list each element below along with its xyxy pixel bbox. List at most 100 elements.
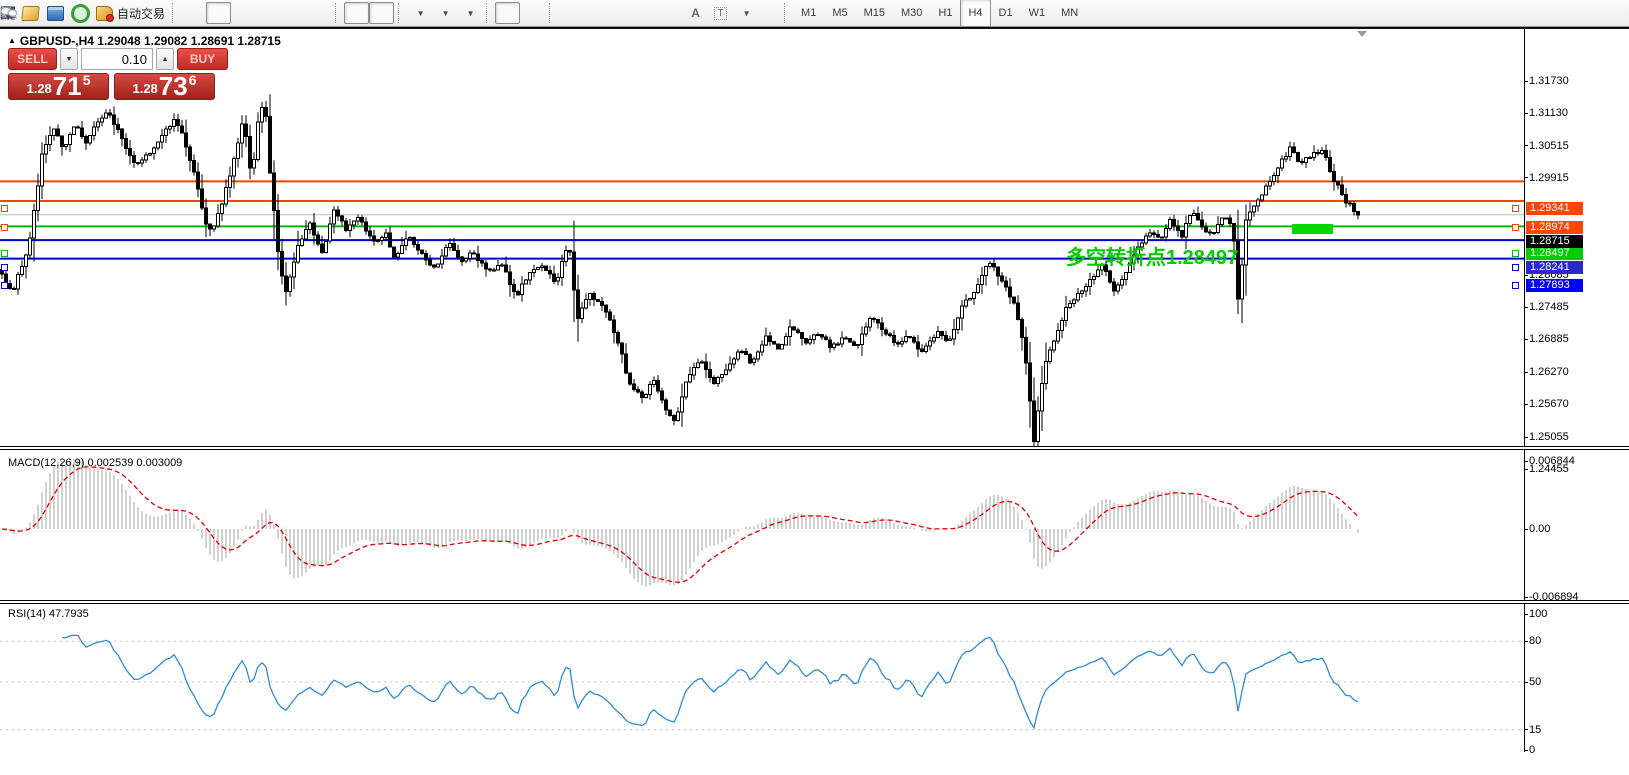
candle xyxy=(969,298,972,300)
line-end-marker[interactable] xyxy=(1,264,8,271)
bars-chart-button[interactable] xyxy=(181,2,206,24)
signals-button[interactable] xyxy=(68,2,93,24)
candle xyxy=(1169,220,1172,229)
candle xyxy=(1345,194,1348,203)
terminal-button[interactable] xyxy=(43,2,68,24)
candle xyxy=(441,256,444,264)
candle xyxy=(921,349,924,352)
market-watch-button[interactable] xyxy=(18,2,43,24)
candle xyxy=(849,339,852,342)
candle xyxy=(281,251,284,276)
timeframe-M30[interactable]: M30 xyxy=(893,0,930,27)
candle xyxy=(793,327,796,330)
line-end-marker[interactable] xyxy=(1512,224,1519,231)
rsi-pane[interactable] xyxy=(0,604,1524,750)
candle xyxy=(1277,168,1280,176)
chart-shift-button[interactable] xyxy=(369,2,394,24)
collapse-arrow-icon[interactable]: ▲ xyxy=(8,36,16,45)
timeframe-H4[interactable]: H4 xyxy=(960,0,990,27)
line-end-marker[interactable] xyxy=(1,205,8,212)
candle xyxy=(373,236,376,241)
templates-button[interactable]: ▼ xyxy=(457,2,482,24)
cursor-button[interactable] xyxy=(495,2,520,24)
text-label-button[interactable]: T xyxy=(708,2,733,24)
timeframe-M15[interactable]: M15 xyxy=(856,0,893,27)
sell-button[interactable]: SELL xyxy=(8,48,57,70)
bid-price-tag: 1.28715 xyxy=(1526,235,1583,248)
auto-scroll-button[interactable] xyxy=(344,2,369,24)
candle xyxy=(1197,213,1200,220)
fibonacci-button[interactable]: F xyxy=(658,2,683,24)
volume-increase-button[interactable]: ▲ xyxy=(156,48,174,70)
main-chart-pane[interactable] xyxy=(0,31,1524,446)
candle xyxy=(1165,228,1168,237)
zoom-in-button[interactable] xyxy=(256,2,281,24)
macd-pane[interactable] xyxy=(0,450,1524,600)
candle xyxy=(1265,186,1268,195)
candle xyxy=(725,370,728,375)
candle xyxy=(329,224,332,241)
candle xyxy=(893,335,896,342)
macd-indicator-label: MACD(12,26,9) 0.002539 0.003009 xyxy=(8,457,182,469)
candle xyxy=(1257,200,1260,206)
timeframe-M5[interactable]: M5 xyxy=(824,0,855,27)
vertical-line-button[interactable] xyxy=(558,2,583,24)
tile-windows-button[interactable] xyxy=(306,2,331,24)
candle xyxy=(1209,232,1212,233)
channel-button[interactable]: E xyxy=(633,2,658,24)
candle xyxy=(1301,161,1304,162)
candle xyxy=(465,259,468,262)
chat-button[interactable] xyxy=(1576,2,1601,24)
line-end-marker[interactable] xyxy=(1512,250,1519,257)
line-end-marker[interactable] xyxy=(1512,282,1519,289)
volume-decrease-button[interactable]: ▼ xyxy=(60,48,78,70)
candle xyxy=(629,373,632,384)
line-chart-button[interactable] xyxy=(231,2,256,24)
line-end-marker[interactable] xyxy=(1,282,8,289)
candle xyxy=(573,252,576,290)
trendline-button[interactable] xyxy=(608,2,633,24)
timeframe-M1[interactable]: M1 xyxy=(793,0,824,27)
sell-price-display[interactable]: 1.28 71 5 xyxy=(8,73,109,100)
volume-input[interactable]: 0.10 xyxy=(81,48,153,70)
periods-clock-button[interactable]: ▼ xyxy=(432,2,457,24)
pane-separator[interactable] xyxy=(0,446,1629,450)
candle xyxy=(181,126,184,133)
candle xyxy=(1029,363,1032,401)
timeframe-D1[interactable]: D1 xyxy=(991,0,1021,27)
candle xyxy=(13,288,16,289)
timeframe-W1[interactable]: W1 xyxy=(1021,0,1054,27)
candle xyxy=(1061,320,1064,330)
candle xyxy=(701,362,704,363)
horizontal-line-button[interactable] xyxy=(583,2,608,24)
candle xyxy=(897,343,900,345)
price-tag-1.27893: 1.27893 xyxy=(1526,279,1583,292)
buy-button[interactable]: BUY xyxy=(177,48,228,70)
search-button[interactable] xyxy=(1551,2,1576,24)
text-button[interactable]: A xyxy=(683,2,708,24)
text-icon: A xyxy=(691,6,700,20)
line-end-marker[interactable] xyxy=(1512,205,1519,212)
candle xyxy=(49,135,52,144)
crosshair-button[interactable] xyxy=(520,2,545,24)
timeframe-MN[interactable]: MN xyxy=(1053,0,1086,27)
zoom-out-button[interactable] xyxy=(281,2,306,24)
line-end-marker[interactable] xyxy=(1,224,8,231)
pane-separator[interactable] xyxy=(0,600,1629,604)
candle xyxy=(385,233,388,237)
candles-chart-button[interactable] xyxy=(206,2,231,24)
autotrading-button[interactable]: 自动交易 xyxy=(93,2,168,24)
buy-price-display[interactable]: 1.28 73 6 xyxy=(114,73,215,100)
chart-shift-marker-icon[interactable] xyxy=(1357,31,1367,37)
candle xyxy=(709,370,712,378)
indicators-add-button[interactable]: ▼ xyxy=(407,2,432,24)
line-end-marker[interactable] xyxy=(1512,264,1519,271)
timeframe-H1[interactable]: H1 xyxy=(930,0,960,27)
candle xyxy=(1313,152,1316,157)
candle xyxy=(761,345,764,352)
buy-price-big: 73 xyxy=(159,75,188,97)
candle xyxy=(425,254,428,260)
arrows-button[interactable]: ▼ xyxy=(733,2,758,24)
line-end-marker[interactable] xyxy=(1,250,8,257)
candle xyxy=(313,223,316,235)
